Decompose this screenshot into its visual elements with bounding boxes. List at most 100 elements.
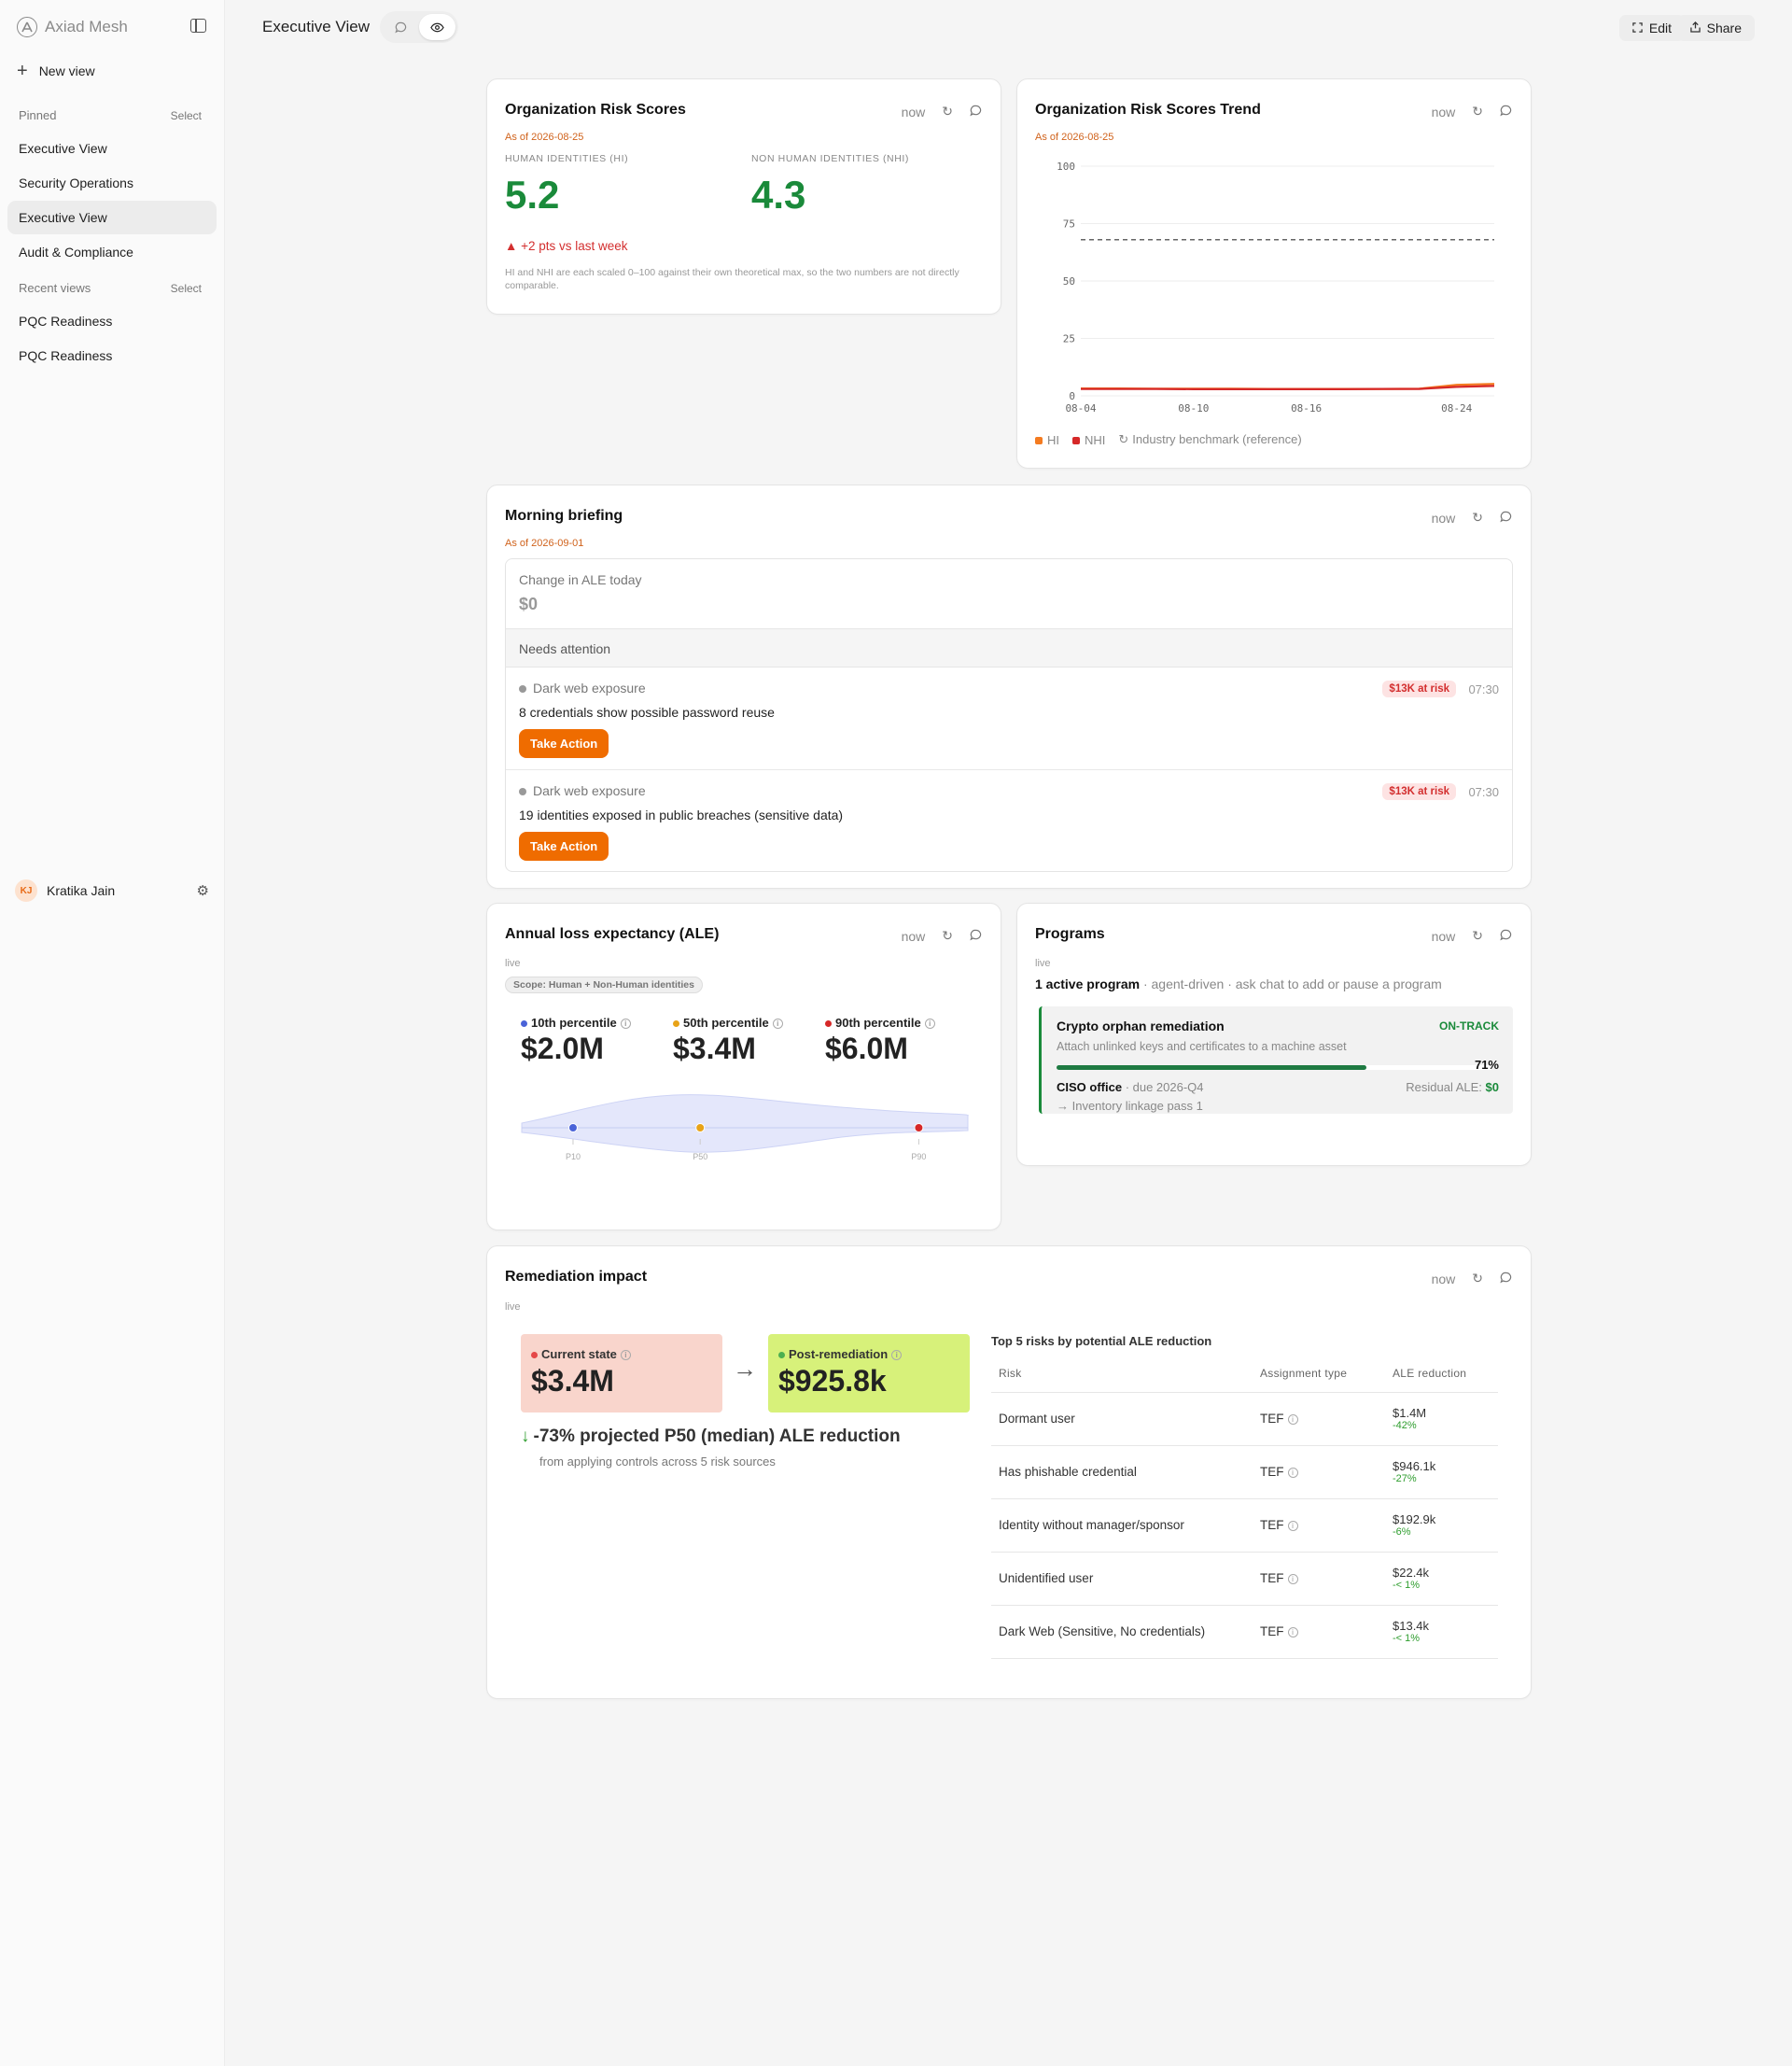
legend-hi[interactable]: HI — [1035, 433, 1059, 447]
take-action-button[interactable]: Take Action — [519, 729, 609, 758]
programs-card: Programs now ↻ live 1 active program · a… — [1016, 903, 1532, 1166]
residual-label: Residual ALE: — [1406, 1080, 1486, 1094]
recent-select-link[interactable]: Select — [171, 282, 202, 295]
refresh-icon[interactable]: ↻ — [942, 928, 953, 944]
briefing-box: Change in ALE today $0 Needs attention D… — [505, 558, 1513, 872]
card-tools: now ↻ — [902, 104, 982, 119]
morning-briefing-card: Morning briefing now ↻ As of 2026-09-01 … — [486, 485, 1532, 889]
p50-marker[interactable] — [695, 1123, 706, 1132]
info-icon[interactable]: i — [1287, 1467, 1298, 1478]
progress-label: 71% — [1474, 1058, 1499, 1072]
share-button[interactable]: Share — [1676, 15, 1755, 41]
user-menu[interactable]: KJ Kratika Jain ⚙ — [15, 879, 209, 902]
sidebar-item-executive-view[interactable]: Executive View — [7, 132, 217, 165]
x-tick-label: 08-16 — [1291, 402, 1322, 415]
live-label: live — [505, 1301, 521, 1313]
info-icon[interactable]: i — [1287, 1573, 1298, 1584]
pinned-select-link[interactable]: Select — [171, 109, 202, 122]
legend-benchmark[interactable]: ↻ Industry benchmark (reference) — [1118, 432, 1301, 447]
sidebar-item-executive-view-active[interactable]: Executive View — [7, 201, 217, 234]
refresh-icon[interactable]: ↻ — [942, 104, 953, 119]
program-desc: Attach unlinked keys and certificates to… — [1057, 1040, 1347, 1053]
alert-text: 8 credentials show possible password reu… — [519, 705, 775, 720]
top-risks-table: Risk Assignment type ALE reduction Dorma… — [991, 1355, 1498, 1659]
brand[interactable]: Axiad Mesh — [17, 17, 128, 37]
p10-dot — [521, 1020, 527, 1028]
ale-card: Annual loss expectancy (ALE) now ↻ live … — [486, 903, 1001, 1230]
sidebar: Axiad Mesh + New view Pinned Select Exec… — [0, 0, 225, 2066]
take-action-button[interactable]: Take Action — [519, 832, 609, 861]
comment-icon[interactable] — [1500, 511, 1512, 526]
needs-attention-header: Needs attention — [506, 628, 1512, 668]
risk-name: Dark Web (Sensitive, No credentials) — [991, 1605, 1253, 1659]
refresh-icon[interactable]: ↻ — [1472, 928, 1483, 944]
post-remediation-label: Post-remediation — [789, 1347, 889, 1361]
p10-marker[interactable] — [567, 1123, 578, 1132]
comment-icon[interactable] — [1500, 1272, 1512, 1286]
column-header-assignment[interactable]: Assignment type — [1253, 1355, 1385, 1393]
alert-item: Dark web exposure 8 credentials show pos… — [506, 668, 1512, 769]
sidebar-item-audit-compliance[interactable]: Audit & Compliance — [7, 235, 217, 269]
info-icon[interactable]: i — [620, 1350, 631, 1361]
table-row[interactable]: Unidentified user TEF i $22.4k -< 1% — [991, 1552, 1498, 1606]
ale-change-row: Change in ALE today $0 — [506, 559, 1512, 628]
program-owner: CISO office — [1057, 1080, 1123, 1094]
ale-reduction: $22.4k -< 1% — [1385, 1552, 1498, 1606]
info-icon[interactable]: i — [1287, 1626, 1298, 1637]
p90-marker[interactable] — [914, 1123, 924, 1132]
sidebar-item-security-operations[interactable]: Security Operations — [7, 166, 217, 200]
sidebar-item-pqc-readiness-2[interactable]: PQC Readiness — [7, 339, 217, 372]
table-row[interactable]: Has phishable credential TEF i $946.1k -27… — [991, 1445, 1498, 1499]
new-view-button[interactable]: + New view — [17, 62, 95, 80]
comment-icon[interactable] — [970, 105, 982, 119]
reduction-headline: ↓ -73% projected P50 (median) ALE reducti… — [521, 1427, 901, 1447]
alert-text: 19 identities exposed in public breaches… — [519, 808, 844, 822]
risk-name: Identity without manager/sponsor — [991, 1498, 1253, 1553]
table-row[interactable]: Dormant user TEF i $1.4M -42% — [991, 1392, 1498, 1446]
refresh-icon[interactable]: ↻ — [1472, 1271, 1483, 1286]
column-header-ale-reduction[interactable]: ALE reduction — [1385, 1355, 1498, 1393]
risk-name: Has phishable credential — [991, 1445, 1253, 1499]
program-item[interactable]: Crypto orphan remediation ON-TRACK Attac… — [1039, 1006, 1513, 1114]
expand-icon — [1632, 21, 1643, 35]
sidebar-toggle-icon[interactable] — [190, 19, 206, 33]
assignment-type: TEF i — [1253, 1392, 1385, 1446]
edit-button[interactable]: Edit — [1618, 15, 1685, 41]
hi-label: HUMAN IDENTITIES (HI) — [505, 153, 629, 164]
residual-value: $0 — [1485, 1080, 1499, 1094]
column-header-risk[interactable]: Risk — [991, 1355, 1253, 1393]
card-title: Organization Risk Scores — [505, 102, 686, 118]
recent-header: Recent views Select — [19, 281, 202, 295]
p50-label: 50th percentile — [683, 1016, 769, 1030]
ale-distribution-chart: P10 P50 P90 — [521, 1094, 969, 1161]
p90-label: P90 — [911, 1152, 926, 1161]
violin-shape — [521, 1094, 969, 1153]
ale-reduction: $192.9k -6% — [1385, 1498, 1498, 1553]
legend-nhi[interactable]: NHI — [1072, 433, 1105, 447]
sidebar-item-pqc-readiness[interactable]: PQC Readiness — [7, 304, 217, 338]
chat-mode-icon[interactable] — [383, 14, 419, 40]
info-icon[interactable]: i — [772, 1019, 783, 1030]
table-row[interactable]: Dark Web (Sensitive, No credentials) TEF… — [991, 1605, 1498, 1659]
ale-change-value: $0 — [519, 595, 539, 613]
refresh-icon[interactable]: ↻ — [1472, 510, 1483, 526]
trend-chart: 0 25 50 75 100 08-04 08-10 08-16 08-24 — [1057, 161, 1495, 415]
table-row[interactable]: Identity without manager/sponsor TEF i $1… — [991, 1498, 1498, 1553]
view-mode-eye-icon[interactable] — [419, 14, 455, 40]
x-tick-label: 08-24 — [1441, 402, 1472, 415]
hi-score: 5.2 — [505, 173, 560, 217]
info-icon[interactable]: i — [620, 1019, 631, 1030]
mode-toggle[interactable] — [380, 11, 458, 43]
refresh-time: now — [901, 104, 926, 119]
comment-icon[interactable] — [1500, 929, 1512, 944]
as-of-date: As of 2026-08-25 — [505, 132, 584, 143]
comment-icon[interactable] — [970, 929, 982, 944]
info-icon[interactable]: i — [1287, 1520, 1298, 1531]
refresh-time: now — [901, 928, 926, 944]
info-icon[interactable]: i — [924, 1019, 935, 1030]
score-note: HI and NHI are each scaled 0–100 against… — [505, 267, 959, 291]
info-icon[interactable]: i — [1287, 1413, 1298, 1425]
gear-icon[interactable]: ⚙ — [197, 882, 209, 899]
assignment-type: TEF i — [1253, 1605, 1385, 1659]
info-icon[interactable]: i — [891, 1350, 903, 1361]
